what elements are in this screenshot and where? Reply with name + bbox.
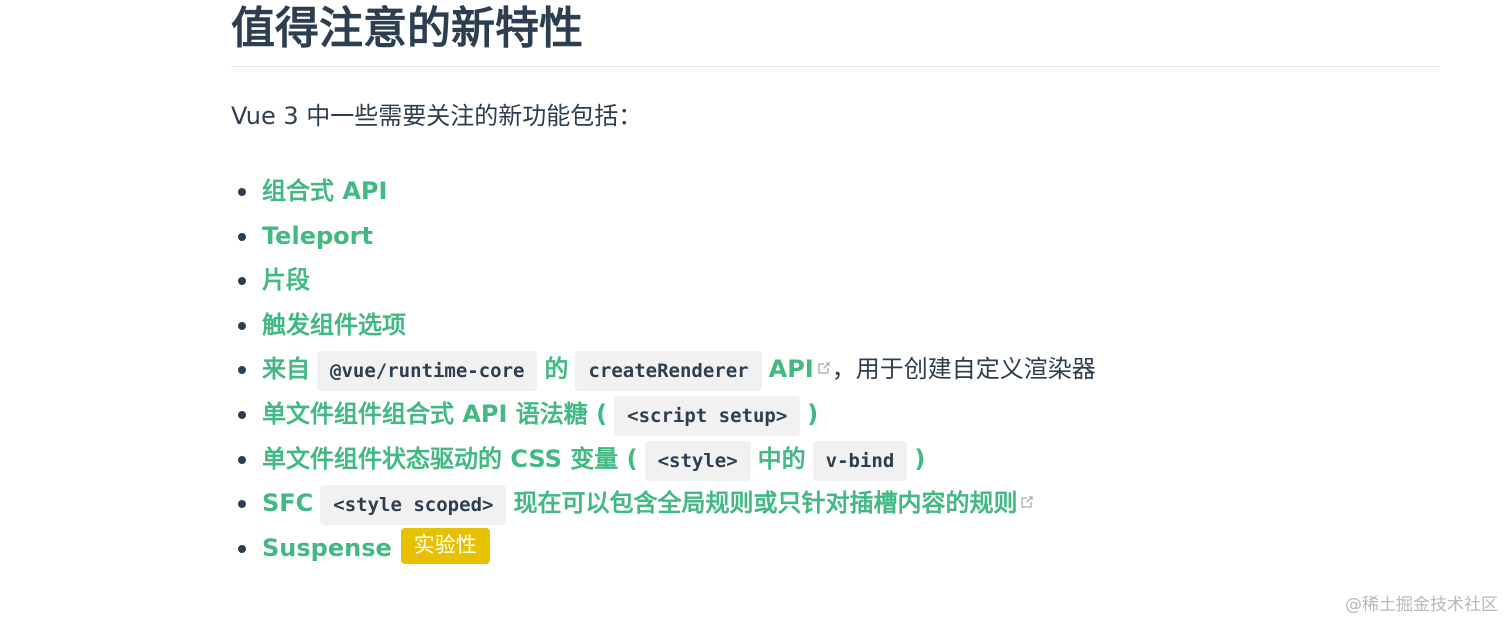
link-suspense[interactable]: Suspense: [262, 534, 392, 562]
inline-code: v-bind: [812, 440, 908, 481]
list-item: SFC <style scoped> 现在可以包含全局规则或只针对插槽内容的规则: [231, 481, 1440, 526]
list-item: 单文件组件状态驱动的 CSS 变量 (<style> 中的 v-bind): [231, 437, 1440, 482]
external-link-icon: [818, 362, 830, 374]
inline-code: @vue/runtime-core: [317, 351, 538, 392]
list-item: Suspense 实验性: [231, 526, 1440, 571]
external-link-icon: [1021, 496, 1034, 508]
link-text: API: [768, 355, 814, 384]
inline-code: <script setup>: [614, 395, 801, 436]
link-text: 单文件组件组合式 API 语法糖 (: [262, 399, 608, 428]
link-emits-option[interactable]: 触发组件选项: [262, 311, 406, 339]
intro-paragraph: Vue 3 中一些需要关注的新功能包括：: [231, 102, 643, 130]
page-title: 值得注意的新特性: [231, 0, 1440, 67]
link-style-scoped[interactable]: SFC <style scoped> 现在可以包含全局规则或只针对插槽内容的规则: [262, 485, 1035, 526]
list-item: 触发组件选项: [231, 303, 1440, 348]
link-text: 单文件组件状态驱动的 CSS 变量 (: [262, 444, 638, 473]
inline-code: <style>: [644, 440, 751, 481]
link-fragments[interactable]: 片段: [262, 266, 310, 294]
list-item: 单文件组件组合式 API 语法糖 (<script setup>): [231, 392, 1440, 437]
link-text: ): [807, 399, 819, 428]
list-item: Teleport: [231, 214, 1440, 259]
list-item: 组合式 API: [231, 169, 1440, 214]
link-text: 的: [544, 355, 569, 384]
link-text: ): [914, 444, 926, 473]
link-css-v-bind[interactable]: 单文件组件状态驱动的 CSS 变量 (<style> 中的 v-bind): [262, 440, 926, 481]
link-text: 来自: [262, 355, 310, 384]
plain-text: ，用于创建自定义渲染器: [831, 355, 1096, 384]
inline-code: <style scoped>: [320, 485, 507, 526]
link-text: 中的: [757, 444, 806, 473]
list-item: 来自 @vue/runtime-core 的 createRenderer API ，用于…: [231, 347, 1440, 392]
experimental-badge: 实验性: [400, 527, 490, 564]
link-text: 现在可以包含全局规则或只针对插槽内容的规则: [513, 489, 1018, 518]
watermark: @稀土掘金技术社区: [1345, 595, 1498, 615]
feature-list: 组合式 API Teleport 片段 触发组件选项 来自 @vue/runtim…: [231, 169, 1440, 570]
link-teleport[interactable]: Teleport: [262, 222, 373, 250]
link-text: SFC: [262, 489, 314, 518]
link-composition-api[interactable]: 组合式 API: [262, 177, 387, 205]
list-item: 片段: [231, 258, 1440, 303]
inline-code: createRenderer: [575, 351, 762, 392]
main-content: 值得注意的新特性 Vue 3 中一些需要关注的新功能包括： 组合式 API Te…: [231, 0, 1440, 570]
link-script-setup[interactable]: 单文件组件组合式 API 语法糖 (<script setup>): [262, 395, 819, 436]
link-create-renderer[interactable]: 来自 @vue/runtime-core 的 createRenderer API: [262, 351, 832, 392]
